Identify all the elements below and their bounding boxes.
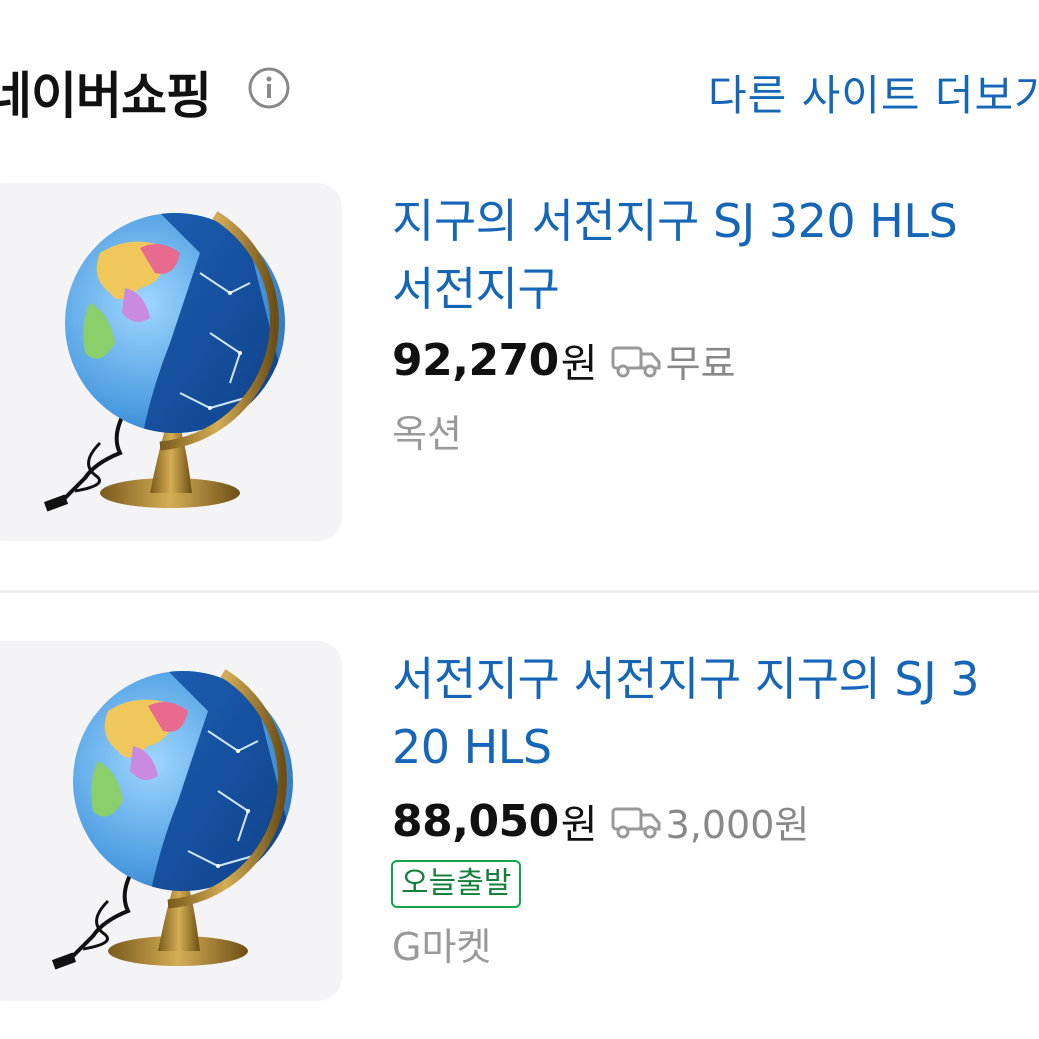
- today-shipping-badge: 오늘출발: [391, 860, 522, 908]
- seller-name: G마켓: [392, 925, 492, 969]
- seller-name: 옥션: [392, 412, 462, 456]
- product-title-line: 서전지구: [392, 262, 560, 316]
- globe-image: [0, 641, 342, 1001]
- section-title: 네이버쇼핑: [0, 67, 212, 125]
- product-title-link[interactable]: 지구의 서전지구 SJ 320 HLS 서전지구: [392, 187, 1039, 323]
- globe-image: [0, 183, 342, 541]
- price-currency: 원: [560, 802, 598, 848]
- price-row: 88,050 원 3,000원: [392, 792, 809, 850]
- product-title-link[interactable]: 서전지구 서전지구 지구의 SJ 3 20 HLS: [392, 645, 1039, 781]
- product-price: 88,050: [392, 795, 559, 847]
- product-thumbnail[interactable]: [0, 641, 342, 1001]
- truck-icon: [611, 807, 661, 839]
- section-header: 네이버쇼핑 다른 사이트 더보기: [0, 50, 1039, 130]
- price-currency: 원: [560, 341, 598, 387]
- product-title-line: 지구의 서전지구 SJ 320 HLS: [392, 194, 958, 248]
- product-price: 92,270: [392, 334, 559, 386]
- shipping-fee: 3,000원: [665, 802, 810, 847]
- more-sites-link[interactable]: 다른 사이트 더보기: [708, 62, 1039, 123]
- shopping-results-panel: 네이버쇼핑 다른 사이트 더보기 지구의 서전지구 SJ 320 HLS 서전지…: [0, 0, 1039, 1039]
- product-thumbnail[interactable]: [0, 183, 342, 541]
- info-circle-icon[interactable]: [247, 66, 291, 110]
- divider: [0, 590, 1039, 593]
- product-title-line: 20 HLS: [392, 720, 552, 774]
- truck-icon: [611, 346, 661, 378]
- shipping-fee: 무료: [665, 341, 736, 386]
- product-title-line: 서전지구 서전지구 지구의 SJ 3: [392, 652, 980, 706]
- price-row: 92,270 원 무료: [392, 331, 736, 389]
